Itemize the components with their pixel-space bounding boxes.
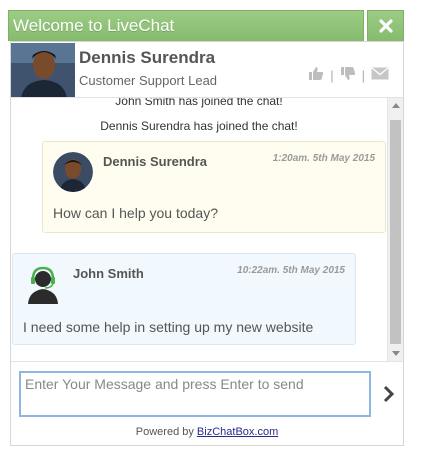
separator: | [361, 67, 365, 83]
message-text: How can I help you today? [53, 205, 218, 221]
chat-title: Welcome to LiveChat [13, 16, 175, 35]
messages-scrollbar[interactable] [387, 98, 403, 361]
arrow-down-icon [391, 351, 400, 356]
agent-header: Dennis Surendra Customer Support Lead | … [11, 42, 403, 98]
agent-name: Dennis Surendra [79, 48, 216, 67]
send-button[interactable] [381, 383, 397, 405]
chevron-right-icon [383, 385, 395, 403]
message-sender: Dennis Surendra [103, 154, 208, 169]
agent-role: Customer Support Lead [79, 73, 218, 88]
separator: | [330, 67, 334, 83]
message-sender: John Smith [73, 266, 144, 281]
message-timestamp: 1:20am. 5th May 2015 [272, 153, 375, 164]
agent-message-avatar [53, 152, 93, 192]
agent-avatar [11, 43, 75, 97]
powered-by-link[interactable]: BizChatBox.com [197, 426, 278, 438]
powered-by: Powered by BizChatBox.com [11, 426, 403, 438]
agent-message: Dennis Surendra 1:20am. 5th May 2015 How… [42, 141, 386, 233]
email-transcript-button[interactable] [371, 67, 389, 83]
powered-by-label: Powered by [135, 426, 197, 438]
thumbs-down-button[interactable] [340, 66, 356, 84]
message-text: I need some help in setting up my new we… [23, 319, 314, 335]
thumbs-up-icon [309, 67, 324, 80]
close-button[interactable] [367, 10, 404, 41]
message-input[interactable] [19, 371, 371, 417]
input-area: Powered by BizChatBox.com [11, 361, 403, 445]
visitor-message: John Smith 10:22am. 5th May 2015 I need … [12, 253, 356, 345]
rate-tools: | | [308, 66, 389, 84]
scroll-up-button[interactable] [388, 98, 403, 113]
headset-user-icon [23, 264, 63, 304]
thumbs-up-button[interactable] [308, 66, 324, 84]
scroll-down-button[interactable] [388, 346, 403, 361]
system-message: John Smith has joined the chat! [115, 98, 283, 108]
system-message: Dennis Surendra has joined the chat! [100, 119, 298, 133]
arrow-up-icon [391, 103, 400, 108]
message-timestamp: 10:22am. 5th May 2015 [237, 265, 345, 276]
messages-area[interactable]: John Smith has joined the chat! Dennis S… [11, 98, 387, 361]
thumbs-down-icon [340, 67, 355, 80]
envelope-icon [371, 67, 389, 80]
close-icon [378, 19, 393, 33]
chat-panel: Dennis Surendra Customer Support Lead | … [10, 41, 404, 446]
scroll-thumb[interactable] [390, 120, 401, 344]
chat-title-bar: Welcome to LiveChat [8, 10, 364, 41]
